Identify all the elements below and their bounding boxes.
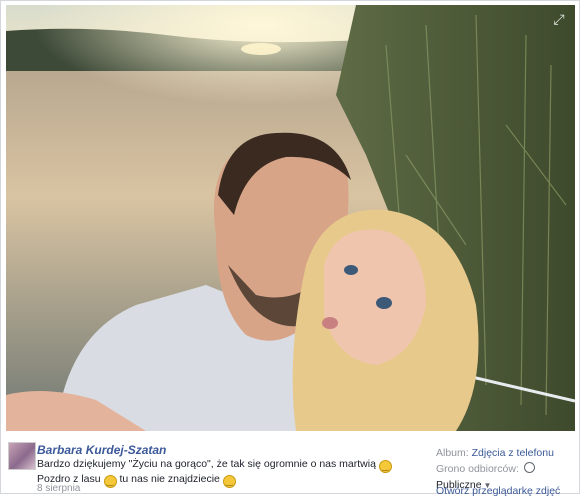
open-viewer-link[interactable]: Otwórz przeglądarkę zdjęć — [436, 485, 560, 497]
album-row: Album: Zdjęcia z telefonu — [436, 445, 576, 461]
smile-emoji: ‿ — [378, 460, 392, 473]
photo-post: ⤢ Barbara Kurdej-Szatan Bardzo dziękujem… — [0, 0, 580, 497]
post-caption: Bardzo dziękujemy "Życiu na gorąco", że … — [37, 458, 409, 488]
post-photo[interactable]: ⤢ — [6, 5, 575, 431]
smile-emoji: ‿ — [222, 475, 236, 488]
photo-scene — [6, 5, 575, 431]
album-label: Album: — [436, 447, 469, 459]
caption-text-3: tu nas nie znajdziecie — [119, 473, 220, 485]
author-name[interactable]: Barbara Kurdej-Szatan — [37, 443, 166, 457]
caption-text-1: Bardzo dziękujemy "Życiu na gorąco", że … — [37, 458, 376, 470]
smile-emoji: ‿ — [103, 475, 117, 488]
post-date[interactable]: 8 sierpnia — [37, 483, 80, 494]
expand-icon[interactable]: ⤢ — [551, 11, 567, 27]
audience-label: Grono odbiorców: — [436, 463, 519, 475]
post-footer: Barbara Kurdej-Szatan Bardzo dziękujemy … — [6, 437, 576, 497]
globe-icon — [523, 462, 535, 473]
avatar[interactable] — [8, 442, 36, 470]
album-link[interactable]: Zdjęcia z telefonu — [472, 447, 554, 459]
